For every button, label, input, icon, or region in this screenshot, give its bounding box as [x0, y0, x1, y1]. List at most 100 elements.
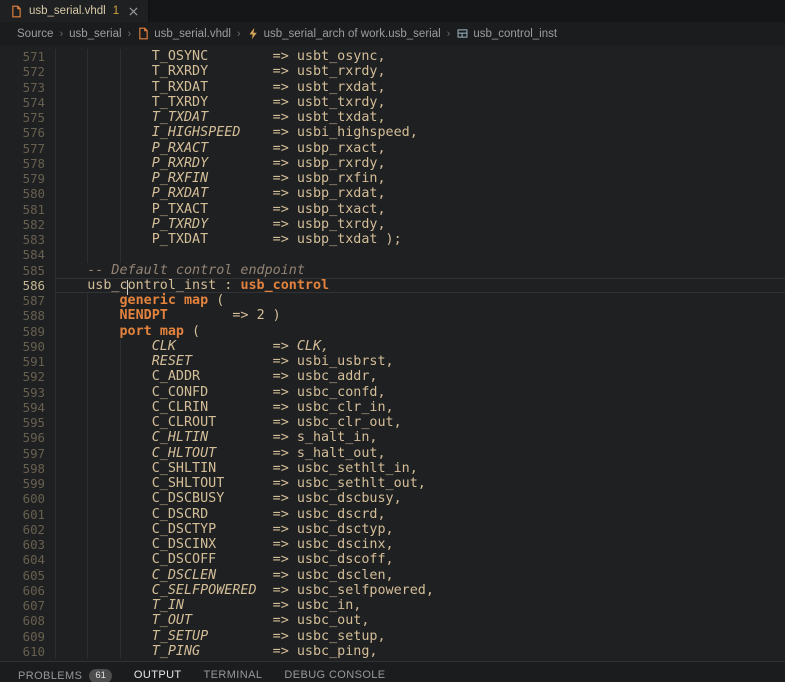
code-text: T_TXRDY => usbt_txrdy,: [55, 95, 386, 110]
code-line-598[interactable]: 598 C_SHLTIN => usbc_sethlt_in,: [0, 461, 785, 476]
code-line-607[interactable]: 607 T_IN => usbc_in,: [0, 598, 785, 613]
code-line-586[interactable]: 586 usb_control_inst : usb_control: [0, 278, 785, 293]
code-text: T_OSYNC => usbt_osync,: [55, 49, 386, 64]
line-number: 605: [0, 568, 55, 583]
code-text: C_SHLTIN => usbc_sethlt_in,: [55, 461, 418, 476]
file-icon: [137, 27, 150, 40]
breadcrumb-item-Source[interactable]: Source: [17, 28, 53, 40]
line-number: 589: [0, 324, 55, 339]
code-line-578[interactable]: 578 P_RXRDY => usbp_rxrdy,: [0, 156, 785, 171]
code-line-573[interactable]: 573 T_RXDAT => usbt_rxdat,: [0, 80, 785, 95]
code-line-584[interactable]: 584: [0, 247, 785, 262]
code-line-593[interactable]: 593 C_CONFD => usbc_confd,: [0, 385, 785, 400]
code-text: P_TXDAT => usbp_txdat );: [55, 232, 402, 247]
code-line-572[interactable]: 572 T_RXRDY => usbt_rxrdy,: [0, 64, 785, 79]
line-number: 572: [0, 64, 55, 79]
line-number: 587: [0, 293, 55, 308]
code-text: C_HLTOUT => s_halt_out,: [55, 446, 386, 461]
code-line-594[interactable]: 594 C_CLRIN => usbc_clr_in,: [0, 400, 785, 415]
code-line-588[interactable]: 588 NENDPT => 2 ): [0, 308, 785, 323]
breadcrumb-item-usb-serial-arch[interactable]: usb_serial_arch of work.usb_serial: [247, 27, 441, 40]
code-line-579[interactable]: 579 P_RXFIN => usbp_rxfin,: [0, 171, 785, 186]
code-line-609[interactable]: 609 T_SETUP => usbc_setup,: [0, 629, 785, 644]
code-line-610[interactable]: 610 T_PING => usbc_ping,: [0, 644, 785, 659]
breadcrumb-separator: ›: [447, 28, 451, 40]
line-number: 602: [0, 522, 55, 537]
panel-tab-terminal[interactable]: TERMINAL: [204, 669, 263, 682]
code-line-592[interactable]: 592 C_ADDR => usbc_addr,: [0, 369, 785, 384]
code-line-602[interactable]: 602 C_DSCTYP => usbc_dsctyp,: [0, 522, 785, 537]
code-text: C_SELFPOWERED => usbc_selfpowered,: [55, 583, 434, 598]
line-number: 573: [0, 80, 55, 95]
code-text: C_DSCRD => usbc_dscrd,: [55, 507, 386, 522]
code-line-590[interactable]: 590 CLK => CLK,: [0, 339, 785, 354]
code-line-606[interactable]: 606 C_SELFPOWERED => usbc_selfpowered,: [0, 583, 785, 598]
line-number: 582: [0, 217, 55, 232]
line-number: 581: [0, 202, 55, 217]
tab-usb-serial-vhdl[interactable]: usb_serial.vhdl 1: [0, 0, 149, 22]
code-text: port map (: [55, 324, 200, 339]
code-line-574[interactable]: 574 T_TXRDY => usbt_txrdy,: [0, 95, 785, 110]
code-text: T_SETUP => usbc_setup,: [55, 629, 386, 644]
code-line-577[interactable]: 577 P_RXACT => usbp_rxact,: [0, 141, 785, 156]
code-line-585[interactable]: 585 -- Default control endpoint: [0, 263, 785, 278]
panel-tab-debug-console[interactable]: DEBUG CONSOLE: [284, 669, 385, 682]
code-line-571[interactable]: 571 T_OSYNC => usbt_osync,: [0, 49, 785, 64]
code-line-587[interactable]: 587 generic map (: [0, 293, 785, 308]
line-number: 591: [0, 354, 55, 369]
code-line-597[interactable]: 597 C_HLTOUT => s_halt_out,: [0, 446, 785, 461]
line-number: 608: [0, 613, 55, 628]
breadcrumb-separator: ›: [59, 28, 63, 40]
panel-tab-output[interactable]: OUTPUT: [134, 669, 182, 682]
code-line-608[interactable]: 608 T_OUT => usbc_out,: [0, 613, 785, 628]
line-number: 600: [0, 491, 55, 506]
code-text: C_HLTIN => s_halt_in,: [55, 430, 378, 445]
code-line-596[interactable]: 596 C_HLTIN => s_halt_in,: [0, 430, 785, 445]
code-line-595[interactable]: 595 C_CLROUT => usbc_clr_out,: [0, 415, 785, 430]
code-lines: 571 T_OSYNC => usbt_osync,572 T_RXRDY =>…: [0, 49, 785, 659]
code-line-603[interactable]: 603 C_DSCINX => usbc_dscinx,: [0, 537, 785, 552]
code-editor[interactable]: 571 T_OSYNC => usbt_osync,572 T_RXRDY =>…: [0, 45, 785, 661]
code-line-583[interactable]: 583 P_TXDAT => usbp_txdat );: [0, 232, 785, 247]
code-line-605[interactable]: 605 C_DSCLEN => usbc_dsclen,: [0, 568, 785, 583]
line-number: 585: [0, 263, 55, 278]
breadcrumb-item-usb-serial-vhdl[interactable]: usb_serial.vhdl: [137, 27, 231, 40]
line-number: 593: [0, 385, 55, 400]
code-line-601[interactable]: 601 C_DSCRD => usbc_dscrd,: [0, 507, 785, 522]
code-line-599[interactable]: 599 C_SHLTOUT => usbc_sethlt_out,: [0, 476, 785, 491]
line-number: 580: [0, 186, 55, 201]
code-text: C_DSCTYP => usbc_dsctyp,: [55, 522, 394, 537]
code-text: T_OUT => usbc_out,: [55, 613, 369, 628]
code-line-582[interactable]: 582 P_TXRDY => usbp_txrdy,: [0, 217, 785, 232]
code-text: I_HIGHSPEED => usbi_highspeed,: [55, 125, 418, 140]
line-number: 571: [0, 49, 55, 64]
code-line-591[interactable]: 591 RESET => usbi_usbrst,: [0, 354, 785, 369]
breadcrumb: Source›usb_serial›usb_serial.vhdl›usb_se…: [0, 22, 785, 45]
close-icon[interactable]: [129, 7, 138, 16]
line-number: 609: [0, 629, 55, 644]
code-line-589[interactable]: 589 port map (: [0, 324, 785, 339]
line-number: 607: [0, 598, 55, 613]
code-text: P_RXFIN => usbp_rxfin,: [55, 171, 386, 186]
tab-problems-decoration: 1: [113, 5, 119, 17]
code-line-581[interactable]: 581 P_TXACT => usbp_txact,: [0, 202, 785, 217]
code-line-575[interactable]: 575 T_TXDAT => usbt_txdat,: [0, 110, 785, 125]
line-number: 576: [0, 125, 55, 140]
editor-tab-bar: usb_serial.vhdl 1: [0, 0, 785, 22]
line-number: 595: [0, 415, 55, 430]
code-line-600[interactable]: 600 C_DSCBUSY => usbc_dscbusy,: [0, 491, 785, 506]
code-text: T_RXRDY => usbt_rxrdy,: [55, 64, 386, 79]
tab-label: usb_serial.vhdl: [29, 5, 106, 17]
code-text: C_DSCBUSY => usbc_dscbusy,: [55, 491, 402, 506]
code-line-604[interactable]: 604 C_DSCOFF => usbc_dscoff,: [0, 552, 785, 567]
code-line-576[interactable]: 576 I_HIGHSPEED => usbi_highspeed,: [0, 125, 785, 140]
line-number: 586: [0, 278, 55, 293]
line-number: 590: [0, 339, 55, 354]
bottom-panel-tab-bar: PROBLEMS61 OUTPUT TERMINAL DEBUG CONSOLE: [0, 661, 785, 682]
breadcrumb-item-usb-serial[interactable]: usb_serial: [69, 28, 121, 40]
breadcrumb-item-usb-control-inst[interactable]: usb_control_inst: [456, 27, 557, 40]
panel-tab-problems[interactable]: PROBLEMS61: [18, 669, 112, 682]
code-line-580[interactable]: 580 P_RXDAT => usbp_rxdat,: [0, 186, 785, 201]
code-text: [55, 247, 152, 262]
code-text: P_TXRDY => usbp_txrdy,: [55, 217, 386, 232]
